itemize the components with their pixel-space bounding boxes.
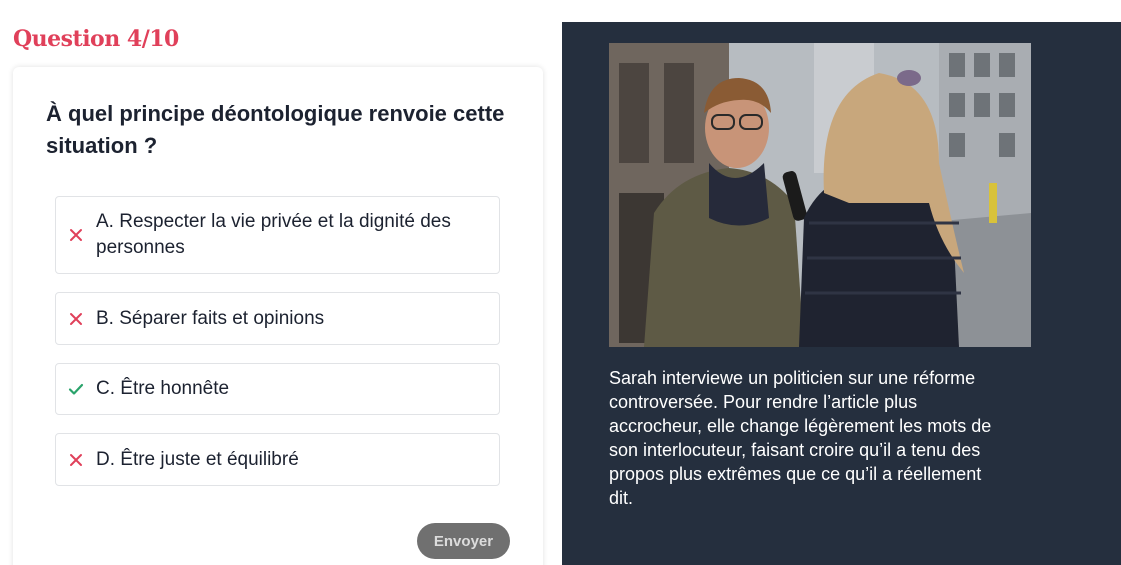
submit-button[interactable]: Envoyer — [417, 523, 510, 559]
question-text: À quel principe déontologique renvoie ce… — [46, 101, 505, 158]
quiz-page: Question 4/10 À quel principe déontologi… — [0, 0, 1121, 565]
answer-option-label: C. Être honnête — [96, 378, 230, 399]
scenario-panel: Sarah interviewe un politicien sur une r… — [562, 22, 1121, 565]
scenario-photo — [609, 43, 1031, 347]
cross-icon — [56, 228, 96, 242]
answer-option-c[interactable]: C. Être honnête — [55, 363, 500, 415]
scenario-caption: Sarah interviewe un politicien sur une r… — [609, 368, 992, 508]
answer-option-label: B. Séparer faits et opinions — [96, 307, 325, 329]
quiz-column: Question 4/10 À quel principe déontologi… — [0, 0, 560, 565]
answer-option-label: A. Respecter la vie privée et la dignité… — [96, 211, 451, 258]
cross-icon — [56, 453, 96, 467]
answer-option-a[interactable]: A. Respecter la vie privée et la dignité… — [55, 196, 500, 274]
answer-option-label: D. Être juste et équilibré — [96, 448, 299, 470]
cross-icon — [56, 312, 96, 326]
question-card: À quel principe déontologique renvoie ce… — [13, 67, 543, 565]
answer-option-d[interactable]: D. Être juste et équilibré — [55, 433, 500, 486]
question-counter: Question 4/10 — [13, 26, 179, 52]
check-icon — [56, 382, 96, 396]
answer-option-b[interactable]: B. Séparer faits et opinions — [55, 292, 500, 345]
